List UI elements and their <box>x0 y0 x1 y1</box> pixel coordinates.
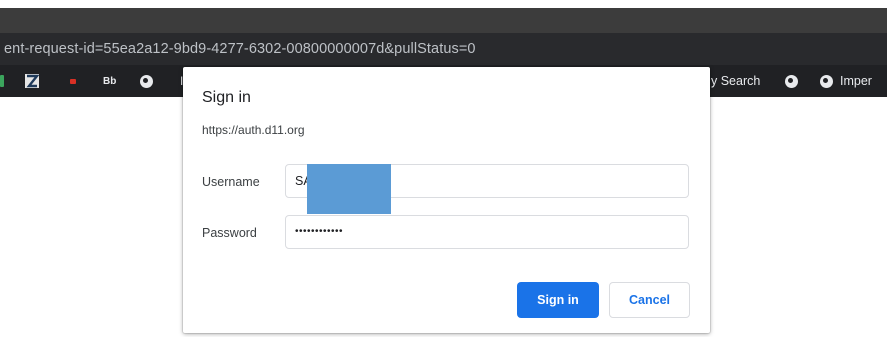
green-bookmark-icon[interactable] <box>0 75 4 87</box>
sign-in-dialog: Sign in https://auth.d11.org Username SA… <box>183 67 710 333</box>
bookmark-search[interactable]: y Search <box>711 65 760 97</box>
address-bar[interactable]: ent-request-id=55ea2a12-9bd9-4277-6302-0… <box>0 33 887 65</box>
username-label: Username <box>202 175 260 189</box>
cancel-button[interactable]: Cancel <box>609 282 690 318</box>
dialog-origin: https://auth.d11.org <box>202 123 305 137</box>
bookmark-imper[interactable]: Imper <box>840 65 872 97</box>
globe-icon[interactable] <box>820 65 833 97</box>
password-field[interactable]: •••••••••••• <box>285 215 689 249</box>
dialog-title: Sign in <box>202 89 251 106</box>
globe-icon[interactable] <box>785 65 798 97</box>
globe-icon[interactable] <box>140 65 153 97</box>
top-strip <box>0 0 887 8</box>
url-text[interactable]: ent-request-id=55ea2a12-9bd9-4277-6302-0… <box>0 41 476 57</box>
sign-in-button[interactable]: Sign in <box>517 282 599 318</box>
redaction-box <box>307 164 391 214</box>
zotero-icon[interactable] <box>25 74 39 88</box>
red-bookmark-icon[interactable] <box>70 79 76 84</box>
password-label: Password <box>202 226 257 240</box>
bookmark-bb[interactable]: Bb <box>103 65 116 97</box>
browser-titlebar <box>0 8 887 33</box>
